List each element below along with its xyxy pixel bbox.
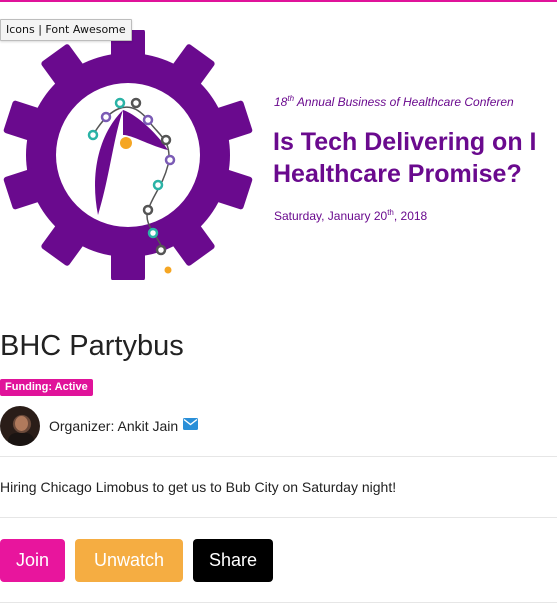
page-title: BHC Partybus (0, 330, 184, 362)
avatar[interactable] (0, 406, 40, 446)
event-date: Saturday, January 20th, 2018 (274, 208, 428, 223)
divider (0, 602, 557, 603)
divider (0, 456, 557, 457)
divider (0, 517, 557, 518)
gear-logo-icon (3, 30, 253, 280)
banner-headline: Is Tech Delivering on I Healthcare Promi… (273, 126, 537, 190)
tooltip: Icons | Font Awesome (0, 19, 132, 41)
status-badge: Funding: Active (0, 379, 93, 396)
organizer-row: Organizer: Ankit Jain (0, 406, 199, 446)
join-button[interactable]: Join (0, 539, 65, 582)
headline-line: Is Tech Delivering on I (273, 128, 537, 156)
conference-line: 18th Annual Business of Healthcare Confe… (274, 94, 514, 109)
organizer-label: Organizer: Ankit Jain (49, 418, 179, 434)
event-banner-image: 18th Annual Business of Healthcare Confe… (0, 2, 557, 307)
campaign-description: Hiring Chicago Limobus to get us to Bub … (0, 479, 397, 495)
share-button[interactable]: Share (193, 539, 273, 582)
headline-line: Healthcare Promise? (273, 160, 522, 188)
unwatch-button[interactable]: Unwatch (75, 539, 183, 582)
envelope-icon[interactable] (183, 417, 199, 435)
